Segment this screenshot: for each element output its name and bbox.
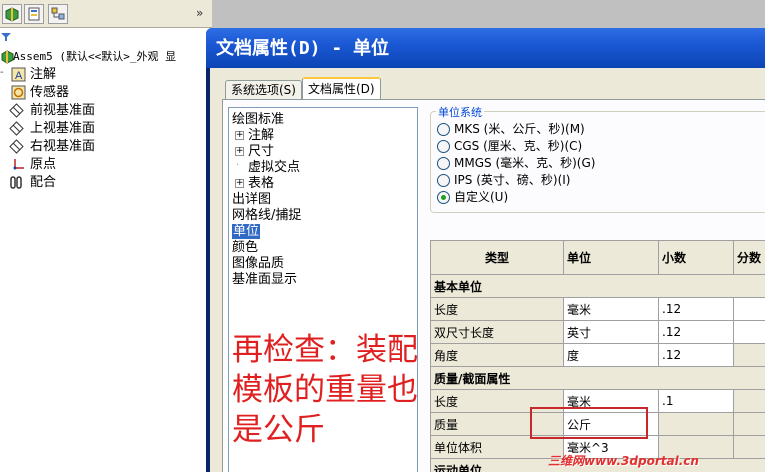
expand-plus-icon[interactable]: + — [235, 179, 244, 188]
table-section-row: 基本单位 — [430, 274, 765, 298]
decimals-select[interactable]: .12 — [658, 297, 734, 321]
tab-panel: 绘图标准 + 注解 + 尺寸 · 虚拟交点 + 表格 出详图 网格线/捕捉 单位… — [222, 99, 765, 472]
origin-icon — [13, 159, 24, 170]
decimals-select[interactable]: .12 — [658, 343, 734, 367]
tree-connector: - — [0, 67, 4, 78]
tree-item-drafting-standard[interactable]: 绘图标准 — [232, 112, 284, 128]
unit-system-group: 单位系统 MKS (米、公斤、秒)(M) CGS (厘米、克、秒)(C) MMG… — [430, 104, 765, 213]
tree-item-grid-snap[interactable]: 网格线/捕捉 — [232, 208, 301, 224]
tree-connector: · — [236, 160, 240, 171]
selected-item-label: 单位 — [232, 224, 261, 239]
red-annotation-text: 再检查：装配模板的重量也是公斤 — [232, 332, 418, 448]
radio-button-checked[interactable] — [437, 191, 450, 204]
highlight-box — [530, 407, 648, 439]
table-row[interactable]: 长度 毫米 .12 — [430, 297, 765, 321]
dialog-title: 文档属性(D) - 单位 — [216, 38, 390, 59]
tree-item-detailing[interactable]: 出详图 — [232, 192, 271, 208]
chevron-right-icon[interactable]: » — [196, 6, 203, 20]
options-tree: 绘图标准 + 注解 + 尺寸 · 虚拟交点 + 表格 出详图 网格线/捕捉 单位… — [228, 107, 418, 472]
plane-icon — [9, 103, 24, 118]
table-section-row: 质量/截面属性 — [430, 366, 765, 390]
graphics-area — [212, 0, 765, 30]
document-properties-dialog: 文档属性(D) - 单位 系统选项(S) 文档属性(D) 绘图标准 + 注解 +… — [206, 28, 765, 472]
annotations-icon: A — [11, 67, 26, 82]
radio-button[interactable] — [437, 123, 450, 136]
tree-item-colors[interactable]: 颜色 — [232, 240, 258, 256]
header-type: 类型 — [430, 240, 564, 275]
plane-icon — [9, 121, 24, 136]
expand-plus-icon[interactable]: + — [235, 131, 244, 140]
feature-manager-toolbar: » — [0, 0, 212, 28]
tree-item-image-quality[interactable]: 图像品质 — [232, 256, 284, 272]
header-unit: 单位 — [563, 240, 659, 275]
tree-item-top-plane[interactable]: 上视基准面 — [0, 120, 212, 138]
property-manager-tab-icon[interactable] — [24, 4, 44, 24]
fractions-cell — [733, 389, 765, 413]
unit-select[interactable]: 度 — [563, 343, 659, 367]
feature-tree: Assem5 (默认<<默认>_外观 显 - A 注解 传感器 前视基准面 上视… — [0, 48, 212, 192]
header-decimals: 小数 — [658, 240, 734, 275]
tree-item-plane-display[interactable]: 基准面显示 — [232, 272, 297, 288]
fractions-cell[interactable] — [733, 297, 765, 321]
decimals-cell — [658, 412, 734, 436]
feature-manager-pane: » Assem5 (默认<<默认>_外观 显 - A 注解 传感器 前视基准面 … — [0, 0, 212, 472]
unit-select[interactable]: 英寸 — [563, 320, 659, 344]
filter-row — [0, 29, 212, 46]
fractions-cell[interactable] — [733, 320, 765, 344]
tab-system-options[interactable]: 系统选项(S) — [225, 80, 302, 99]
decimals-select[interactable]: .1 — [658, 389, 734, 413]
radio-button[interactable] — [437, 140, 450, 153]
table-header-row: 类型 单位 小数 分数 — [430, 240, 765, 275]
header-fractions: 分数 — [733, 240, 765, 275]
configuration-manager-tab-icon[interactable] — [48, 4, 68, 24]
tree-item-mates[interactable]: 配合 — [0, 174, 212, 192]
watermark: 三维网www.3dportal.cn — [548, 454, 699, 468]
svg-text:A: A — [15, 70, 23, 82]
expand-plus-icon[interactable]: + — [235, 147, 244, 156]
tree-item-origin[interactable]: 原点 — [0, 156, 212, 174]
feature-manager-tab-icon[interactable] — [2, 4, 22, 24]
sensor-icon — [11, 85, 26, 100]
fractions-cell — [733, 343, 765, 367]
tree-root-assembly[interactable]: Assem5 (默认<<默认>_外观 显 — [0, 48, 212, 66]
tree-item-front-plane[interactable]: 前视基准面 — [0, 102, 212, 120]
tree-root-label: Assem5 (默认<<默认>_外观 显 — [13, 50, 177, 63]
dialog-body: 系统选项(S) 文档属性(D) 绘图标准 + 注解 + 尺寸 · 虚拟交点 + … — [210, 68, 765, 472]
fractions-cell — [733, 435, 765, 459]
plane-icon — [9, 139, 24, 154]
fractions-cell — [733, 412, 765, 436]
tree-item-annotations[interactable]: - A 注解 — [0, 66, 212, 84]
tree-item-units[interactable]: 单位 — [232, 224, 261, 240]
tree-item-sensors[interactable]: 传感器 — [0, 84, 212, 102]
unit-system-title: 单位系统 — [436, 104, 484, 120]
table-row[interactable]: 角度 度 .12 — [430, 343, 765, 367]
mates-icon — [10, 176, 22, 189]
tab-document-properties[interactable]: 文档属性(D) — [302, 77, 381, 100]
decimals-select[interactable]: .12 — [658, 320, 734, 344]
table-row[interactable]: 双尺寸长度 英寸 .12 — [430, 320, 765, 344]
dialog-title-bar[interactable]: 文档属性(D) - 单位 — [206, 28, 765, 68]
filter-icon[interactable] — [0, 31, 12, 43]
radio-button[interactable] — [437, 174, 450, 187]
unit-select[interactable]: 毫米 — [563, 297, 659, 321]
radio-button[interactable] — [437, 157, 450, 170]
tree-item-right-plane[interactable]: 右视基准面 — [0, 138, 212, 156]
